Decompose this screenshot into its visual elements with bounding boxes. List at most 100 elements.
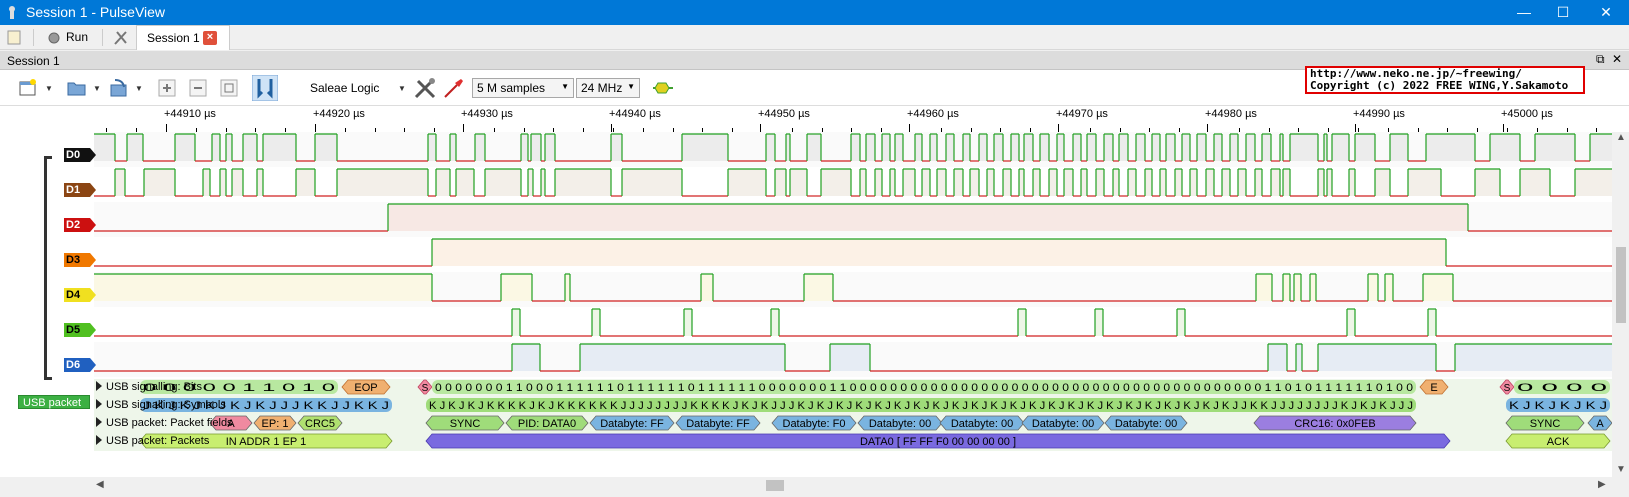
high-shade (115, 169, 125, 196)
expand-row-icon[interactable] (96, 435, 102, 445)
scroll-down-icon[interactable]: ▼ (1616, 464, 1626, 475)
probe-config-icon[interactable] (442, 76, 466, 100)
expand-row-icon[interactable] (96, 417, 102, 427)
high-shade (1197, 134, 1206, 161)
run-icon[interactable] (47, 28, 61, 47)
open-file-icon[interactable] (66, 78, 88, 98)
expand-row-icon[interactable] (96, 381, 102, 391)
channel-label-d4[interactable]: D4 (64, 288, 96, 302)
bits-main-run[interactable]: 0 0 0 0 0 0 0 1 1 0 0 0 1 1 1 1 1 1 0 1 … (435, 382, 1413, 394)
packet-field-2-text: Databyte: FF (600, 418, 664, 430)
decoder-row-label[interactable]: USB packet: Packet fields (94, 415, 233, 431)
ruler-major-tick (1355, 124, 1356, 132)
toolbar-divider (33, 29, 34, 46)
high-shade (937, 169, 946, 196)
channel-label-d3[interactable]: D3 (64, 253, 96, 267)
horizontal-scroll-thumb[interactable] (766, 480, 784, 491)
packet-field-2[interactable]: Databyte: FF (589, 415, 675, 431)
float-dock-icon[interactable]: ⧉ (1596, 52, 1605, 67)
maximize-button[interactable]: ☐ (1540, 0, 1586, 25)
packet-field-9[interactable]: CRC16: 0x0FEB (1253, 415, 1417, 431)
channel-label-d0[interactable]: D0 (64, 148, 96, 162)
sample-rate-select[interactable]: 24 MHz ▼ (576, 78, 640, 98)
channel-label-d1[interactable]: D1 (64, 183, 96, 197)
expand-row-icon[interactable] (96, 399, 102, 409)
chevron-down-icon[interactable]: ▼ (45, 84, 53, 93)
vertical-scroll-thumb[interactable] (1616, 247, 1626, 323)
settings-tools-icon[interactable] (113, 28, 129, 47)
zoom-fit-icon[interactable] (220, 79, 238, 97)
high-shade (257, 169, 263, 196)
field-left-1[interactable]: EP: 1 (253, 415, 297, 431)
high-shade (243, 134, 257, 161)
zoom-out-icon[interactable] (189, 79, 207, 97)
bits-right-run[interactable]: 0 0 0 0 (1517, 382, 1607, 394)
scroll-left-icon[interactable]: ◀ (96, 479, 104, 490)
ruler-major-tick (1207, 124, 1208, 132)
bits-eop[interactable]: EOP (341, 379, 391, 395)
scroll-right-icon[interactable]: ▶ (1598, 479, 1606, 490)
high-shade (1490, 134, 1520, 161)
chevron-down-icon[interactable]: ▼ (93, 84, 101, 93)
packet-field-8[interactable]: Databyte: 00 (1104, 415, 1188, 431)
symbols-right-run[interactable]: K J K J K J K J (1509, 400, 1607, 412)
channel-label-d5[interactable]: D5 (64, 323, 96, 337)
close-window-button[interactable]: ✕ (1583, 0, 1629, 25)
tab-session-1[interactable]: Session 1 × (136, 25, 230, 50)
bits-end[interactable]: E (1419, 379, 1449, 395)
sample-count-select[interactable]: 5 M samples ▼ (472, 78, 574, 98)
ruler-tick-label: +44960 µs (907, 108, 959, 120)
packet-field-3[interactable]: Databyte: FF (675, 415, 761, 431)
high-shade (1104, 134, 1113, 161)
device-config-icon[interactable] (413, 76, 437, 100)
symbols-main-run[interactable]: K J K J K J K K K K J K J K K K K K K J … (429, 400, 1413, 412)
field-right-0[interactable]: SYNC (1505, 415, 1585, 431)
vertical-scrollbar[interactable]: ▲ ▼ (1612, 132, 1629, 477)
high-shade (512, 344, 540, 371)
close-tab-icon[interactable]: × (203, 31, 217, 45)
field-left-2[interactable]: CRC5 (297, 415, 343, 431)
chevron-down-icon[interactable]: ▼ (135, 84, 143, 93)
high-shade (1385, 274, 1393, 301)
packet-field-6[interactable]: Databyte: 00 (939, 415, 1025, 431)
decoder-add-icon[interactable] (652, 80, 674, 96)
packet-ack[interactable]: ACK (1505, 433, 1611, 449)
save-file-icon[interactable] (108, 77, 130, 99)
high-shade (821, 169, 851, 196)
new-view-icon[interactable] (18, 78, 38, 98)
ruler-major-tick (909, 124, 910, 132)
channel-label-d2[interactable]: D2 (64, 218, 96, 232)
decoder-row-label[interactable]: USB packet: Packets (94, 433, 209, 449)
packet-field-7[interactable]: Databyte: 00 (1021, 415, 1105, 431)
packet-field-1[interactable]: PID: DATA0 (505, 415, 589, 431)
high-shade (127, 134, 143, 161)
high-shade (954, 169, 963, 196)
high-shade (531, 134, 541, 161)
packet-field-0[interactable]: SYNC (425, 415, 505, 431)
high-shade (1283, 274, 1290, 301)
horizontal-scrollbar[interactable]: ◀ ▶ (94, 477, 1612, 494)
run-button[interactable]: Run (66, 30, 88, 44)
high-shade (851, 134, 860, 161)
decoder-row-label[interactable]: USB signalling: Bits (94, 379, 202, 395)
high-shade (807, 134, 821, 161)
high-shade (1230, 134, 1238, 161)
show-cursors-icon[interactable] (252, 75, 278, 101)
device-select[interactable]: Saleae Logic (310, 81, 379, 95)
zoom-in-icon[interactable] (158, 79, 176, 97)
decoder-tag-usb-packet[interactable]: USB packet (18, 395, 90, 409)
chevron-down-icon[interactable]: ▼ (398, 84, 406, 93)
channel-label-d6[interactable]: D6 (64, 358, 96, 372)
trace-view[interactable]: 0 0 0 0 0 1 1 0 1 0 EOP S 0 0 0 0 0 0 0 1 1… (0, 132, 1612, 477)
main-menu-icon[interactable] (7, 28, 21, 47)
high-shade (1290, 134, 1318, 161)
close-dock-icon[interactable]: ✕ (1612, 52, 1622, 66)
packet-field-5[interactable]: Databyte: 00 (857, 415, 943, 431)
bits-s-right-text: S (1504, 383, 1511, 394)
time-ruler[interactable]: +44910 µs +44920 µs +44930 µs +44940 µs +449… (0, 106, 1629, 132)
packet-field-4[interactable]: Databyte: F0 (771, 415, 857, 431)
bits-s-left-text: S (422, 383, 429, 394)
scroll-up-icon[interactable]: ▲ (1616, 132, 1626, 143)
packet-data0[interactable]: DATA0 [ FF FF F0 00 00 00 00 ] (425, 433, 1451, 449)
decoder-row-label[interactable]: USB signalling: Symbols (94, 397, 226, 413)
